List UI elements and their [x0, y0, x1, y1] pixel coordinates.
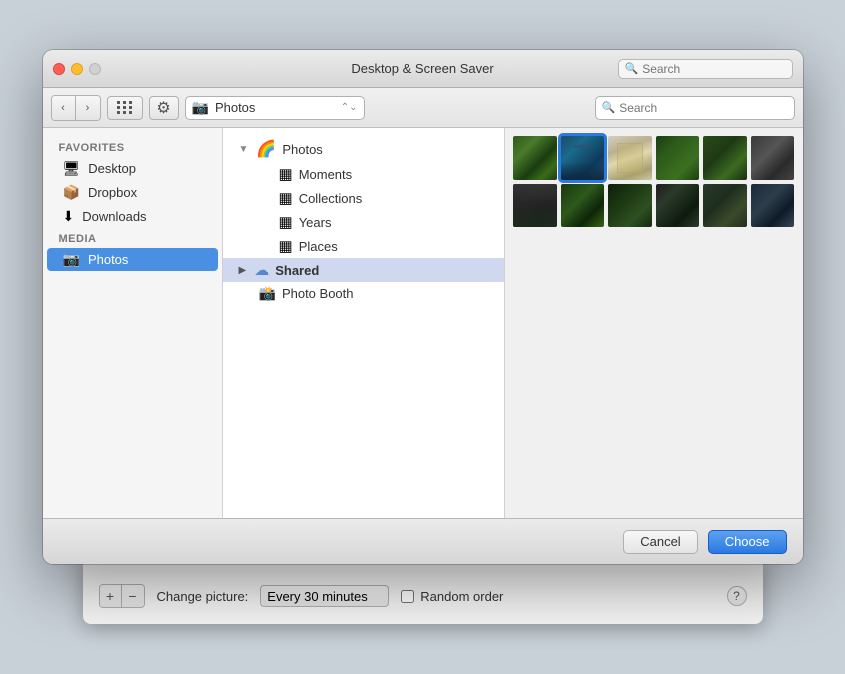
title-search-input[interactable] [642, 62, 785, 76]
title-bar-search-box[interactable]: 🔍 [618, 59, 793, 79]
traffic-lights [53, 63, 101, 75]
sidebar-item-dropbox[interactable]: 📦 Dropbox [47, 181, 218, 204]
grid-view-icon [117, 101, 133, 114]
shared-arrow-icon: ▶ [239, 265, 247, 276]
change-picture-label: Change picture: [157, 589, 249, 604]
downloads-icon: ⬇ [63, 208, 75, 225]
favorites-section-label: Favorites [43, 138, 222, 156]
add-source-button[interactable]: + [100, 585, 122, 607]
back-forward-buttons: ‹ › [51, 95, 101, 121]
help-button[interactable]: ? [727, 586, 747, 606]
photo-thumb-3[interactable] [656, 136, 700, 180]
tree-item-photobooth[interactable]: 📸 Photo Booth [223, 282, 505, 305]
tree-item-photos-root[interactable]: ▼ 🌈 Photos [223, 136, 505, 162]
path-selector[interactable]: 📷 Photos ⌃⌄ [185, 96, 365, 120]
tree-places-label: Places [299, 239, 338, 254]
tree-collections-label: Collections [299, 191, 363, 206]
choose-button[interactable]: Choose [708, 530, 787, 554]
tree-years-label: Years [299, 215, 332, 230]
photo-thumb-8[interactable] [608, 184, 652, 228]
file-dialog-window: Desktop & Screen Saver 🔍 ‹ › ⚙ 📷 Photos … [43, 50, 803, 564]
back-button[interactable]: ‹ [52, 96, 76, 120]
toolbar-search-input[interactable] [619, 101, 787, 115]
collections-icon: ▦ [279, 189, 293, 207]
action-button[interactable]: ⚙ [149, 96, 179, 120]
photos-multicolor-icon: 🌈 [256, 139, 276, 159]
tree-photobooth-label: Photo Booth [282, 286, 354, 301]
photo-thumb-2[interactable] [608, 136, 652, 180]
tree-item-places[interactable]: ▦ Places [243, 234, 505, 258]
toolbar-search-box[interactable]: 🔍 [595, 96, 795, 120]
random-order-label: Random order [401, 589, 503, 604]
photo-thumb-1[interactable] [561, 136, 605, 180]
change-picture-select[interactable]: Every 30 minutes [260, 585, 389, 607]
sidebar-item-downloads[interactable]: ⬇ Downloads [47, 205, 218, 228]
path-icon: 📷 [192, 99, 209, 116]
random-order-checkbox[interactable] [401, 590, 414, 603]
photos-grid-area [505, 128, 803, 518]
years-icon: ▦ [279, 213, 293, 231]
media-section-label: Media [43, 229, 222, 247]
photos-grid [513, 136, 795, 227]
remove-source-button[interactable]: − [122, 585, 144, 607]
file-tree: ▼ 🌈 Photos ▦ Moments ▦ Collections [223, 128, 506, 518]
photo-thumb-5[interactable] [751, 136, 795, 180]
maximize-button[interactable] [89, 63, 101, 75]
tree-moments-label: Moments [299, 167, 352, 182]
browser-area: ▼ 🌈 Photos ▦ Moments ▦ Collections [223, 128, 803, 518]
photos-icon: 📷 [63, 251, 80, 268]
sidebar-item-downloads-label: Downloads [82, 209, 146, 224]
desktop-icon: 🖥 [63, 160, 81, 177]
backdrop-window: + − Change picture: Every 30 minutes Ran… [83, 558, 763, 624]
close-button[interactable] [53, 63, 65, 75]
toolbar: ‹ › ⚙ 📷 Photos ⌃⌄ 🔍 [43, 88, 803, 128]
sidebar: Favorites 🖥 Desktop 📦 Dropbox ⬇ Download… [43, 128, 223, 518]
window-title: Desktop & Screen Saver [351, 61, 493, 76]
toolbar-search-icon: 🔍 [602, 101, 616, 114]
tree-shared-label: Shared [275, 263, 319, 278]
tree-item-shared[interactable]: ▶ ☁ Shared [223, 258, 505, 282]
photo-thumb-6[interactable] [513, 184, 557, 228]
photo-thumb-4[interactable] [703, 136, 747, 180]
photo-thumb-0[interactable] [513, 136, 557, 180]
view-options-button[interactable] [107, 96, 143, 120]
moments-icon: ▦ [279, 165, 293, 183]
shared-cloud-icon: ☁ [254, 261, 269, 279]
cancel-button[interactable]: Cancel [623, 530, 697, 554]
sidebar-item-photos-label: Photos [88, 252, 128, 267]
places-icon: ▦ [279, 237, 293, 255]
sidebar-item-photos[interactable]: 📷 Photos [47, 248, 218, 271]
photos-children: ▦ Moments ▦ Collections ▦ Years [223, 162, 505, 258]
dropbox-icon: 📦 [63, 184, 80, 201]
title-search-icon: 🔍 [625, 62, 639, 75]
minimize-button[interactable] [71, 63, 83, 75]
sidebar-item-desktop-label: Desktop [88, 161, 136, 176]
path-arrow-icon: ⌃⌄ [341, 102, 358, 113]
title-bar: Desktop & Screen Saver 🔍 [43, 50, 803, 88]
photo-thumb-9[interactable] [656, 184, 700, 228]
photo-thumb-10[interactable] [703, 184, 747, 228]
bottom-bar: Cancel Choose [43, 518, 803, 564]
photobooth-icon: 📸 [259, 285, 276, 302]
tree-item-years[interactable]: ▦ Years [243, 210, 505, 234]
main-content: Favorites 🖥 Desktop 📦 Dropbox ⬇ Download… [43, 128, 803, 518]
photo-thumb-7[interactable] [561, 184, 605, 228]
tree-photos-root-label: Photos [282, 142, 322, 157]
sidebar-item-desktop[interactable]: 🖥 Desktop [47, 157, 218, 180]
tree-item-moments[interactable]: ▦ Moments [243, 162, 505, 186]
tree-item-collections[interactable]: ▦ Collections [243, 186, 505, 210]
photo-thumb-11[interactable] [751, 184, 795, 228]
photos-arrow-icon: ▼ [239, 144, 249, 155]
path-label: Photos [215, 100, 335, 115]
add-remove-buttons[interactable]: + − [99, 584, 145, 608]
sidebar-item-dropbox-label: Dropbox [88, 185, 137, 200]
forward-button[interactable]: › [76, 96, 100, 120]
